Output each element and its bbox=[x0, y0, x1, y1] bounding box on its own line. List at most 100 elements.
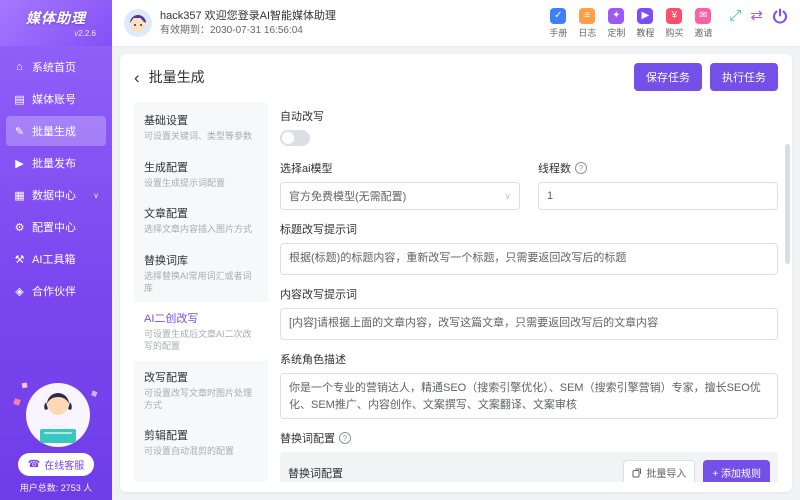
home-icon: ⌂ bbox=[16, 61, 23, 73]
sidebar-item-partners[interactable]: ◈ 合作伙伴 bbox=[6, 276, 106, 306]
submenu-ai-rewrite[interactable]: AI二创改写 可设置生成后文章AI二次改写的配置 bbox=[134, 302, 268, 361]
sidebar-item-ai-toolbox[interactable]: ⚒ AI工具箱 bbox=[6, 244, 106, 274]
replace-header: 替换词配置 批量导入 + 添加规则 bbox=[288, 460, 770, 482]
replace-box-title: 替换词配置 bbox=[288, 467, 343, 480]
purchase-action[interactable]: ¥ 购买 bbox=[665, 7, 683, 39]
customize-icon: ✦ bbox=[608, 7, 625, 24]
sidebar-footer: ☎ 在线客服 用户总数: 2753 人 bbox=[0, 371, 112, 500]
app-window: 媒体助理 v2.2.6 ⌂ 系统首页 ▤ 媒体账号 ✎ 批量生成 ▶ 批量发布 … bbox=[0, 0, 800, 500]
batch-generate-card: ‹ 批量生成 保存任务 执行任务 基础设置 可设置关键词、类型等参数 生成配置 … bbox=[120, 54, 792, 492]
run-task-button[interactable]: 执行任务 bbox=[710, 63, 778, 91]
batch-generate-icon: ✎ bbox=[14, 125, 25, 138]
media-accounts-icon: ▤ bbox=[14, 93, 25, 106]
sidebar-item-batch-publish[interactable]: ▶ 批量发布 bbox=[6, 148, 106, 178]
submenu-basic-settings[interactable]: 基础设置 可设置关键词、类型等参数 bbox=[134, 104, 268, 151]
submenu-generate-config[interactable]: 生成配置 设置生成提示词配置 bbox=[134, 151, 268, 198]
batch-publish-icon: ▶ bbox=[15, 157, 24, 170]
add-rule-button[interactable]: + 添加规则 bbox=[703, 460, 770, 482]
content-prompt-textarea[interactable]: [内容]请根据上面的文章内容，改写这篇文章，只需要返回改写后的文章内容 bbox=[280, 308, 778, 340]
avatar[interactable] bbox=[124, 9, 152, 37]
user-count: 用户总数: 2753 人 bbox=[19, 483, 93, 493]
sidebar-item-media-accounts[interactable]: ▤ 媒体账号 bbox=[6, 84, 106, 114]
page-header: ‹ 批量生成 保存任务 执行任务 bbox=[120, 54, 792, 98]
panel-body: 基础设置 可设置关键词、类型等参数 生成配置 设置生成提示词配置 文章配置 选择… bbox=[120, 98, 792, 492]
expiry-text: 有效期到：2030-07-31 16:56:04 bbox=[160, 24, 303, 36]
sidebar-item-label: 批量生成 bbox=[32, 126, 76, 138]
logout-power-icon[interactable] bbox=[772, 8, 788, 24]
manual-action[interactable]: ✓ 手册 bbox=[549, 7, 567, 39]
ai-model-value: 官方免费模型(无需配置) bbox=[289, 191, 407, 203]
batch-import-button[interactable]: 批量导入 bbox=[623, 460, 696, 482]
manual-icon: ✓ bbox=[550, 7, 567, 24]
sidebar-item-label: 配置中心 bbox=[32, 222, 76, 234]
tutorial-action[interactable]: ▶ 教程 bbox=[636, 7, 654, 39]
sidebar-item-config-center[interactable]: ⚙ 配置中心 bbox=[6, 212, 106, 242]
ai-model-select[interactable]: 官方免费模型(无需配置) ∨ bbox=[280, 182, 520, 210]
import-icon bbox=[632, 468, 642, 477]
headset-icon: ☎ bbox=[27, 458, 41, 470]
threads-input[interactable] bbox=[538, 182, 778, 210]
fullscreen-icon[interactable]: ⤢ bbox=[729, 8, 741, 23]
threads-help-icon[interactable]: ? bbox=[575, 162, 587, 174]
app-logo: 媒体助理 v2.2.6 bbox=[0, 0, 112, 46]
sidebar-item-home[interactable]: ⌂ 系统首页 bbox=[6, 52, 106, 82]
title-prompt-textarea[interactable]: 根据(标题)的标题内容，重新改写一个标题，只需要返回改写后的标题 bbox=[280, 243, 778, 275]
topbar-actions: ✓ 手册 ≡ 日志 ✦ 定制 ▶ 教程 ¥ 购买 ✉ 邀请 ⤢ ⇄ bbox=[549, 7, 788, 39]
content-prompt-label: 内容改写提示词 bbox=[280, 289, 357, 301]
replace-help-icon[interactable]: ? bbox=[339, 432, 351, 444]
customize-action[interactable]: ✦ 定制 bbox=[607, 7, 625, 39]
replace-config-label: 替换词配置 ? bbox=[280, 430, 778, 446]
config-center-icon: ⚙ bbox=[14, 221, 25, 234]
threads-label: 线程数 ? bbox=[538, 160, 778, 176]
sidebar-item-label: AI工具箱 bbox=[32, 254, 76, 266]
submenu-rewrite-config[interactable]: 改写配置 可设置改写文章时图片处理方式 bbox=[134, 361, 268, 419]
system-role-textarea[interactable]: 你是一个专业的营销达人，精通SEO（搜索引擎优化）、SEM（搜索引擎营销）专家，… bbox=[280, 373, 778, 419]
purchase-icon: ¥ bbox=[666, 7, 683, 24]
title-prompt-label: 标题改写提示词 bbox=[280, 224, 357, 236]
online-support-button[interactable]: ☎ 在线客服 bbox=[17, 453, 95, 476]
back-icon[interactable]: ‹ bbox=[134, 69, 140, 86]
replace-config-box: 替换词配置 批量导入 + 添加规则 bbox=[280, 452, 778, 482]
system-role-label: 系统角色描述 bbox=[280, 354, 346, 366]
layout-switch-icon[interactable]: ⇄ bbox=[750, 8, 763, 23]
avatar-image bbox=[124, 9, 152, 37]
replace-actions: 批量导入 + 添加规则 bbox=[623, 460, 770, 482]
invite-action[interactable]: ✉ 邀请 bbox=[694, 7, 712, 39]
submenu-replace-thesaurus[interactable]: 替换词库 选择替换AI常用词汇或者词库 bbox=[134, 244, 268, 302]
window-buttons: ⤢ ⇄ bbox=[729, 8, 788, 24]
sidebar-item-batch-generate[interactable]: ✎ 批量生成 bbox=[6, 116, 106, 146]
ai-rewrite-form: 自动改写 选择ai模型 官方免费模型(无需配置) ∨ 线程数 ? 1 标题改写提… bbox=[280, 102, 778, 482]
settings-submenu: 基础设置 可设置关键词、类型等参数 生成配置 设置生成提示词配置 文章配置 选择… bbox=[134, 102, 268, 482]
log-icon: ≡ bbox=[579, 7, 596, 24]
auto-rewrite-label: 自动改写 bbox=[280, 111, 324, 123]
sidebar-item-label: 数据中心 bbox=[32, 190, 76, 202]
sidebar-item-data-center[interactable]: ▦ 数据中心 ∨ bbox=[6, 180, 106, 210]
auto-rewrite-toggle[interactable] bbox=[280, 130, 310, 146]
ai-toolbox-icon: ⚒ bbox=[14, 253, 25, 266]
sidebar: 媒体助理 v2.2.6 ⌂ 系统首页 ▤ 媒体账号 ✎ 批量生成 ▶ 批量发布 … bbox=[0, 0, 112, 500]
header-buttons: 保存任务 执行任务 bbox=[634, 63, 778, 91]
data-center-icon: ▦ bbox=[14, 189, 25, 202]
topbar: hack357 欢迎您登录AI智能媒体助理 有效期到：2030-07-31 16… bbox=[112, 0, 800, 46]
model-label: 选择ai模型 bbox=[280, 163, 333, 175]
main-area: hack357 欢迎您登录AI智能媒体助理 有效期到：2030-07-31 16… bbox=[112, 0, 800, 500]
tutorial-icon: ▶ bbox=[637, 7, 654, 24]
partners-icon: ◈ bbox=[15, 285, 24, 298]
sidebar-item-label: 系统首页 bbox=[32, 62, 76, 74]
chevron-down-icon: ∨ bbox=[93, 190, 99, 200]
log-action[interactable]: ≡ 日志 bbox=[578, 7, 596, 39]
app-logo-text: 媒体助理 bbox=[26, 10, 86, 26]
page-title: 批量生成 bbox=[148, 69, 205, 85]
submenu-article-config[interactable]: 文章配置 选择文章内容插入图片方式 bbox=[134, 197, 268, 244]
invite-icon: ✉ bbox=[695, 7, 712, 24]
chevron-down-icon: ∨ bbox=[504, 190, 511, 201]
model-thread-row: 选择ai模型 官方免费模型(无需配置) ∨ 线程数 ? bbox=[280, 149, 778, 210]
customer-service-illustration bbox=[13, 382, 98, 447]
sidebar-item-label: 媒体账号 bbox=[32, 94, 76, 106]
scrollbar[interactable] bbox=[785, 144, 790, 264]
submenu-clip-config[interactable]: 剪辑配置 可设置自动混剪的配置 bbox=[134, 419, 268, 466]
user-info: hack357 欢迎您登录AI智能媒体助理 有效期到：2030-07-31 16… bbox=[160, 9, 336, 37]
content-area: ‹ 批量生成 保存任务 执行任务 基础设置 可设置关键词、类型等参数 生成配置 … bbox=[112, 46, 800, 500]
app-version: v2.2.6 bbox=[74, 29, 96, 38]
save-task-button[interactable]: 保存任务 bbox=[634, 63, 702, 91]
